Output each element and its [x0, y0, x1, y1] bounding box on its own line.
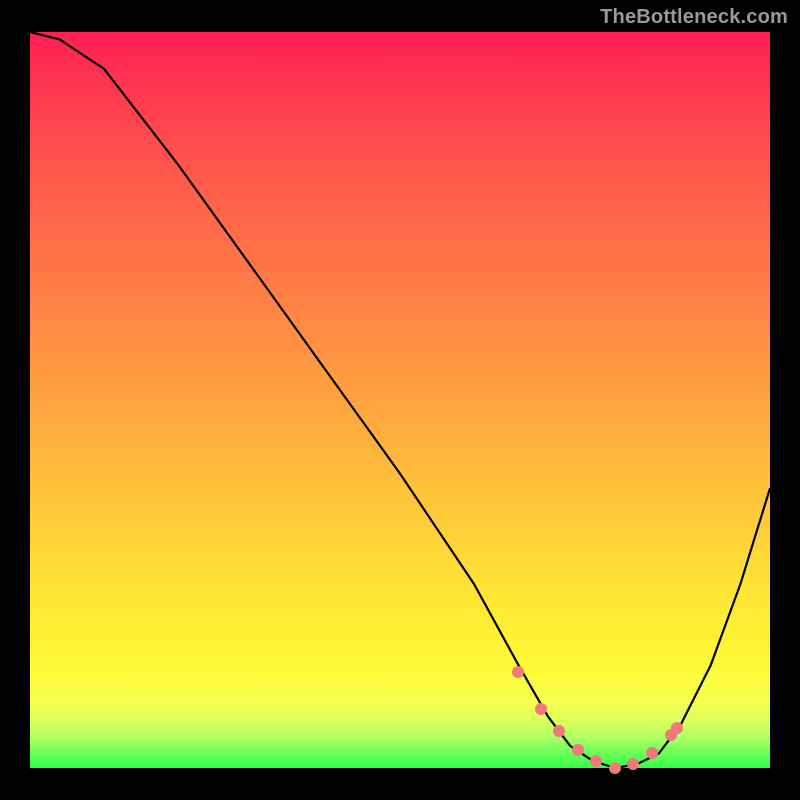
- optimal-marker: [671, 722, 683, 734]
- watermark-text: TheBottleneck.com: [600, 6, 788, 29]
- optimal-marker: [646, 747, 658, 759]
- chart-frame: TheBottleneck.com: [0, 0, 800, 800]
- optimal-marker: [590, 755, 602, 767]
- optimal-marker: [627, 758, 639, 770]
- curve-path: [30, 32, 770, 768]
- optimal-marker: [572, 744, 584, 756]
- plot-area: [30, 32, 770, 768]
- optimal-marker: [609, 762, 621, 774]
- bottleneck-curve: [30, 32, 770, 768]
- optimal-marker: [535, 703, 547, 715]
